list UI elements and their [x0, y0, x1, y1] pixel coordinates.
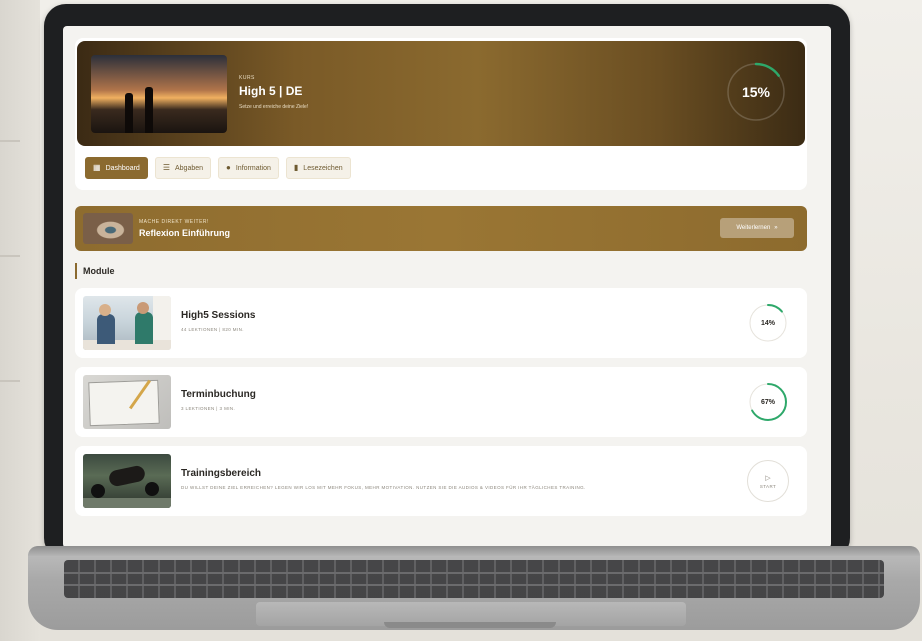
lesson-thumbnail-eye [83, 213, 133, 244]
tab-abgaben[interactable]: ☰ Abgaben [154, 157, 212, 179]
continue-learning-banner[interactable]: MACHE DIREKT WEITER! Reflexion Einführun… [75, 206, 807, 251]
bookmark-icon: ▮ [293, 163, 299, 172]
course-cover-image [91, 55, 227, 133]
module-meta: 3 LEKTIONEN | 3 MIN. [181, 406, 236, 411]
course-progress-value: 15% [741, 84, 771, 100]
course-title: High 5 | DE [239, 84, 303, 98]
tab-dashboard[interactable]: ▦ Dashboard [85, 157, 148, 179]
play-icon: ▷ [765, 474, 771, 482]
tab-label: Dashboard [105, 164, 140, 172]
list-icon: ☰ [162, 163, 170, 172]
tab-lesezeichen[interactable]: ▮ Lesezeichen [285, 157, 351, 179]
continue-learning-button[interactable]: Weiterlernen » [720, 218, 794, 238]
start-button[interactable]: ▷ START [747, 460, 789, 502]
dashboard-icon: ▦ [93, 163, 101, 172]
tab-information[interactable]: ● Information [218, 157, 279, 179]
laptop-base [28, 546, 920, 630]
module-progress-value: 67% [760, 398, 775, 406]
module-card-terminbuchung[interactable]: Terminbuchung 3 LEKTIONEN | 3 MIN. 67% [75, 367, 807, 437]
continue-lesson-title: Reflexion Einführung [139, 228, 230, 238]
module-meta: 44 LEKTIONEN | 820 MIN. [181, 327, 244, 332]
module-card-high5-sessions[interactable]: High5 Sessions 44 LEKTIONEN | 820 MIN. 1… [75, 288, 807, 358]
start-label: START [759, 483, 777, 489]
continue-label: MACHE DIREKT WEITER! [139, 219, 209, 225]
tab-label: Information [235, 164, 271, 172]
office-meeting-image [83, 296, 171, 350]
modules-section-title: Module [83, 266, 115, 276]
keyboard [64, 560, 884, 598]
course-subtitle: Setze und erreiche deine Ziele! [239, 104, 309, 110]
course-label: KURS [239, 75, 255, 81]
module-progress-value: 14% [760, 319, 775, 327]
course-hero-banner: KURS High 5 | DE Setze und erreiche dein… [77, 41, 805, 146]
module-title: High5 Sessions [181, 310, 256, 321]
continue-button-label: Weiterlernen [736, 225, 771, 231]
background-wall [0, 0, 40, 641]
module-title: Trainingsbereich [181, 468, 262, 479]
module-description: DU WILLST DEINE ZIEL ERREICHEN? LEGEN WI… [181, 485, 586, 490]
info-icon: ● [226, 163, 231, 172]
module-title: Terminbuchung [181, 389, 256, 400]
course-tabs: ▦ Dashboard ☰ Abgaben ● Information ▮ Le… [85, 157, 351, 179]
section-accent-bar [75, 263, 77, 279]
module-card-trainingsbereich[interactable]: Trainingsbereich DU WILLST DEINE ZIEL ER… [75, 446, 807, 516]
notebook-pen-image [83, 375, 171, 429]
laptop-screen: KURS High 5 | DE Setze und erreiche dein… [63, 26, 831, 548]
tab-label: Lesezeichen [303, 164, 343, 172]
double-chevron-right-icon: » [774, 225, 778, 231]
gym-workout-image [83, 454, 171, 508]
tab-label: Abgaben [174, 164, 204, 172]
